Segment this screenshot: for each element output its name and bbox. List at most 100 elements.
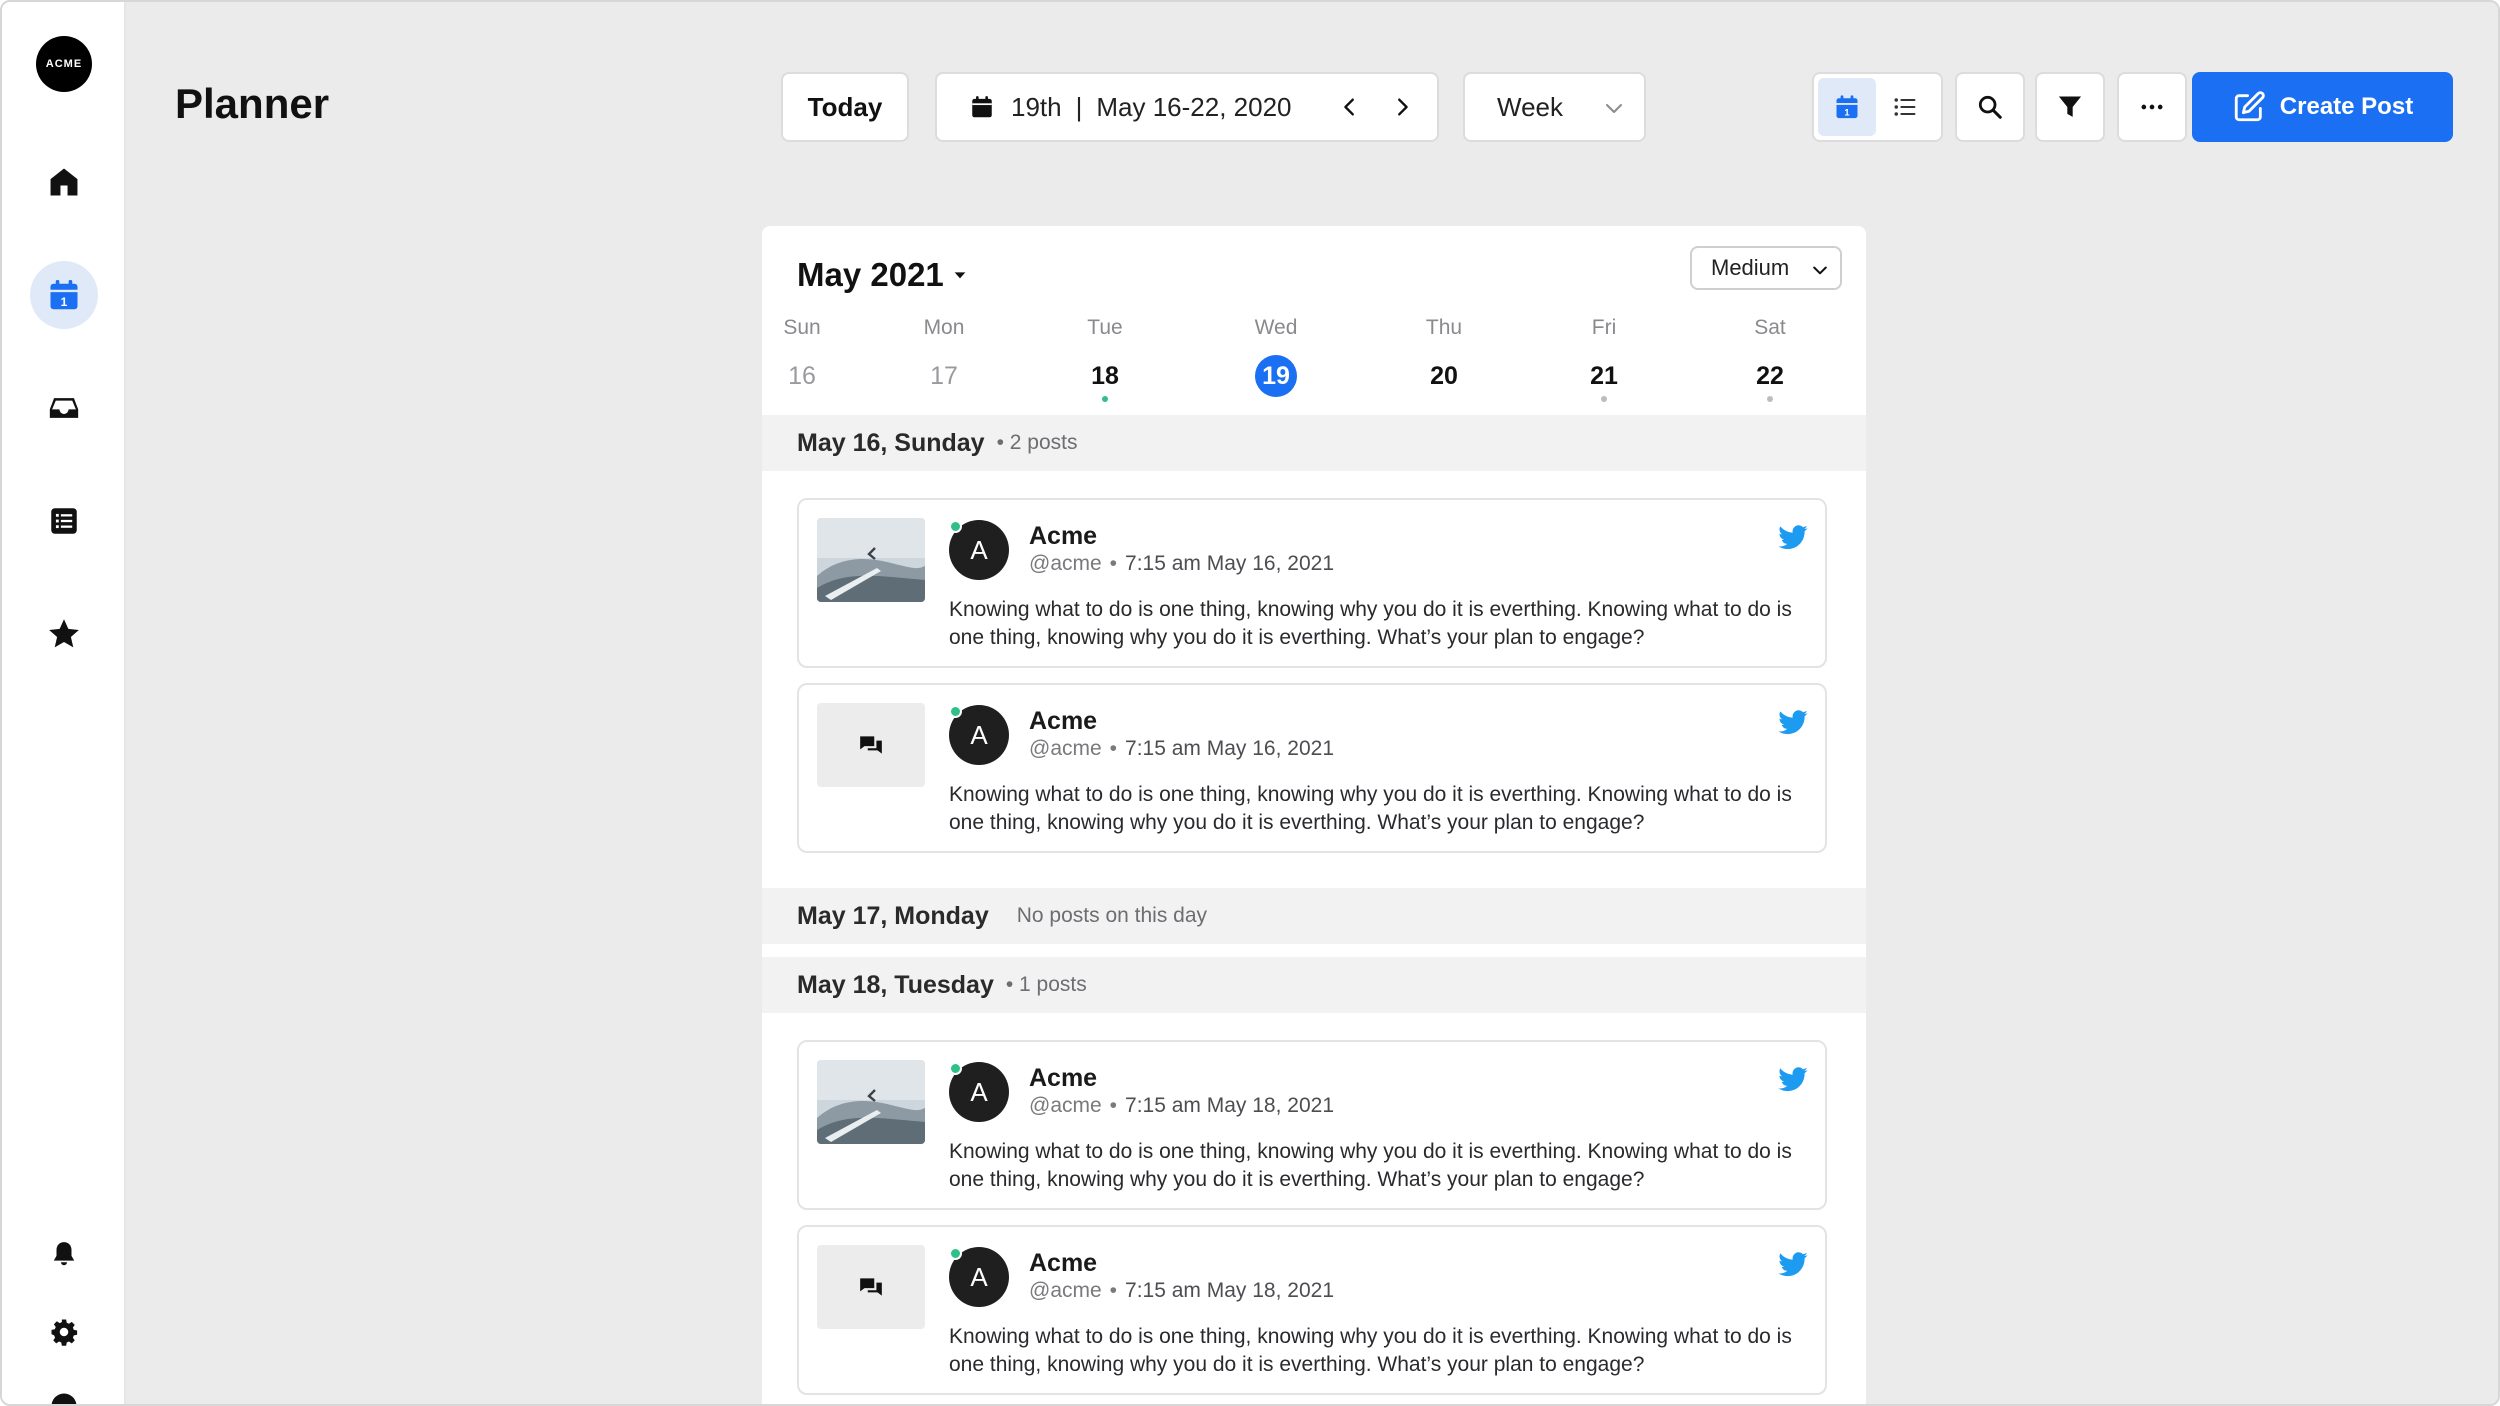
meta-separator: • [1109,737,1118,760]
sidebar-item-help[interactable] [30,1372,98,1404]
twitter-icon [1778,1067,1808,1092]
account-name: Acme [1029,522,1098,550]
scheduled-dot [1601,396,1607,402]
day-section-header: May 16, Sunday • 2 posts [762,415,1866,471]
sidebar-item-notifications[interactable] [30,1220,98,1288]
avatar-initial: A [970,534,988,565]
list-view-button[interactable] [1876,78,1934,136]
day-section-header: May 17, Monday No posts on this day [762,888,1866,944]
day-section-title: May 16, Sunday [797,428,985,457]
month-picker[interactable]: May 2021 [797,256,968,294]
account-handle: @acme [1029,1094,1102,1117]
day-number: 22 [1756,362,1784,390]
search-button[interactable] [1955,72,2025,142]
day-name: Fri [1591,316,1617,339]
day-column-fri[interactable]: Fri 21 [1569,316,1639,402]
meta-separator: • [1109,1279,1118,1302]
gear-icon [51,1319,78,1346]
next-week-button[interactable] [1383,88,1421,126]
post-image-thumbnail[interactable] [817,1060,925,1144]
post-text-thumbnail[interactable] [817,703,925,787]
sidebar-item-inbox[interactable] [30,374,98,442]
sidebar-item-list[interactable] [30,487,98,555]
sidebar: ACME 1 [2,2,126,1404]
day-number: 16 [788,362,816,390]
post-timestamp: 7:15 am May 16, 2021 [1125,552,1334,575]
day-column-tue[interactable]: Tue 18 [1070,316,1140,402]
calendar-icon: 1 [50,280,78,310]
search-icon [1978,95,2002,119]
inbox-icon [49,398,79,418]
page-title: Planner [175,80,330,127]
sidebar-item-home[interactable] [30,148,98,216]
chevron-right-icon [1398,98,1408,116]
scheduled-dot [1767,396,1773,402]
selected-day-number: 19 [1255,355,1297,397]
post-image [817,1060,925,1144]
online-status-dot [949,520,962,533]
account-name: Acme [1029,1249,1098,1277]
sidebar-item-favorites[interactable] [30,600,98,668]
scheduled-dot [1102,396,1108,402]
more-options-button[interactable] [2117,72,2187,142]
day-column-sun[interactable]: Sun 16 [767,316,837,394]
day-column-mon[interactable]: Mon 17 [909,316,979,394]
day-section-title: May 17, Monday [797,901,989,930]
post-meta: @acme • 7:15 am May 18, 2021 [1029,1279,1334,1303]
post-card[interactable]: A Acme @acme • 7:15 am May 18, 2021 Knowin… [797,1040,1827,1210]
view-range-select[interactable]: Week [1463,72,1646,142]
day-name: Sun [783,316,821,339]
avatar: A [949,1247,1009,1307]
svg-text:1: 1 [61,295,68,309]
day-column-thu[interactable]: Thu 20 [1409,316,1479,394]
post-image [817,518,925,602]
post-card[interactable]: A Acme @acme • 7:15 am May 16, 2021 Knowin… [797,498,1827,668]
online-status-dot [949,1062,962,1075]
day-number: 21 [1590,362,1618,390]
day-name: Wed [1254,316,1298,339]
star-icon [49,619,79,648]
day-number: 17 [930,362,958,390]
chevron-down-icon [1813,266,1827,275]
day-section-count: • 1 posts [1005,973,1087,996]
online-status-dot [949,1247,962,1260]
post-meta: @acme • 7:15 am May 18, 2021 [1029,1094,1334,1118]
meta-separator: • [1109,552,1118,575]
acme-logo[interactable]: ACME [36,36,92,92]
day-number: 20 [1430,362,1458,390]
list-icon [51,508,77,534]
post-text: Knowing what to do is one thing, knowing… [949,1325,1792,1376]
date-range-picker[interactable]: 19th | May 16-22, 2020 [935,72,1439,142]
online-status-dot [949,705,962,718]
post-text: Knowing what to do is one thing, knowing… [949,598,1792,649]
density-select[interactable]: Medium [1690,246,1842,290]
post-card[interactable]: A Acme @acme • 7:15 am May 18, 2021 Knowin… [797,1225,1827,1395]
filter-button[interactable] [2035,72,2105,142]
chat-icon [860,1278,882,1296]
previous-week-button[interactable] [1331,88,1369,126]
sidebar-item-settings[interactable] [30,1298,98,1366]
day-column-wed[interactable]: Wed 19 [1241,316,1311,397]
day-section-title: May 18, Tuesday [797,970,994,999]
calendar-view-button[interactable]: 1 [1818,78,1876,136]
post-timestamp: 7:15 am May 16, 2021 [1125,737,1334,760]
post-text-thumbnail[interactable] [817,1245,925,1329]
day-column-sat[interactable]: Sat 22 [1735,316,1805,402]
avatar: A [949,705,1009,765]
post-card[interactable]: A Acme @acme • 7:15 am May 16, 2021 Knowin… [797,683,1827,853]
day-section-empty-note: No posts on this day [1016,904,1208,927]
post-timestamp: 7:15 am May 18, 2021 [1125,1279,1334,1302]
help-icon [51,1393,77,1404]
sidebar-item-planner[interactable]: 1 [30,261,98,329]
today-button[interactable]: Today [781,72,909,142]
list-icon [1894,98,1916,116]
post-image-thumbnail[interactable] [817,518,925,602]
chevron-left-icon [1344,98,1354,116]
avatar: A [949,520,1009,580]
day-section-header: May 18, Tuesday • 1 posts [762,957,1866,1013]
month-label: May 2021 [797,256,944,293]
create-post-button[interactable]: Create Post [2192,72,2453,142]
home-icon [50,168,78,196]
avatar-initial: A [970,1076,988,1107]
day-name: Sat [1754,316,1786,339]
